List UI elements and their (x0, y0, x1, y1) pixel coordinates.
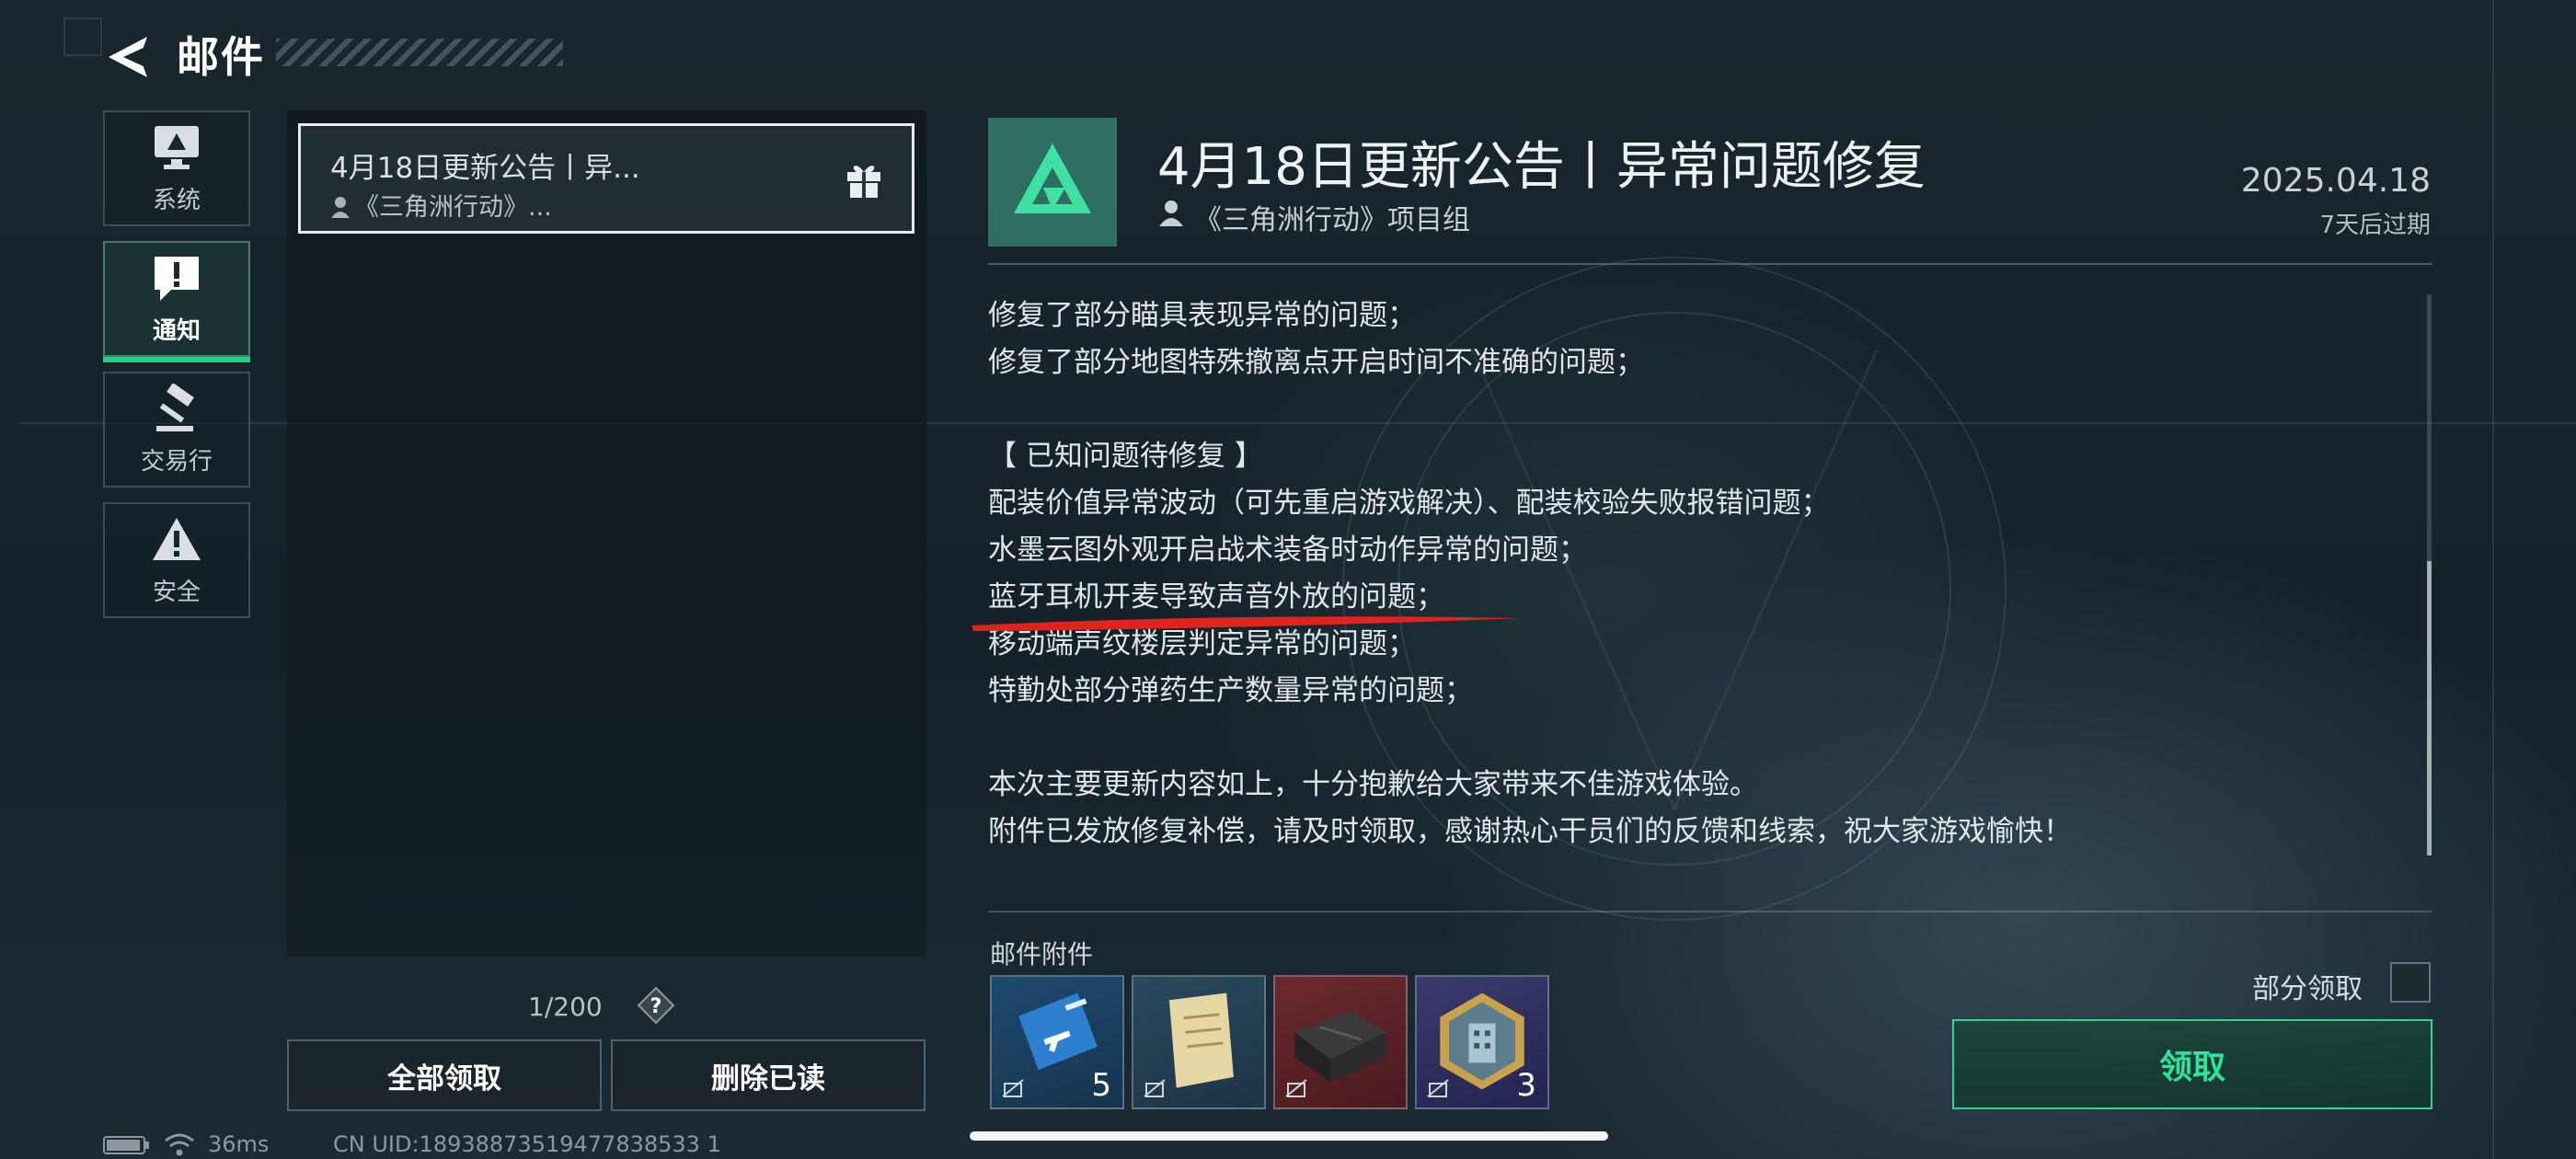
help-icon[interactable]: ? (637, 986, 675, 1025)
attachment-item[interactable] (1273, 975, 1408, 1109)
alert-icon (155, 256, 199, 301)
mail-item-title: 4月18日更新公告丨异... (330, 152, 640, 185)
tab-trading-label: 交易行 (140, 447, 213, 476)
body-line: 水墨云图外观开启战术装备时动作异常的问题； (988, 534, 1587, 567)
attachment-item[interactable] (1132, 975, 1266, 1109)
tab-security[interactable]: 安全 (103, 502, 250, 618)
mail-item-sender: 《三角洲行动》... (330, 187, 552, 223)
tab-trading[interactable]: 交易行 (103, 372, 250, 488)
battery-icon (103, 1136, 149, 1154)
tab-notice-label: 通知 (152, 316, 201, 345)
body-line: 修复了部分地图特殊撤离点开启时间不准确的问题； (988, 346, 1644, 379)
unbound-lock-icon (1427, 1079, 1449, 1097)
body-line: 配装价值异常波动（可先重启游戏解决）、配装校验失败报错问题； (988, 487, 1830, 520)
mail-list (287, 110, 926, 957)
tab-system-label: 系统 (152, 186, 201, 214)
attachment-quantity: 5 (1091, 1067, 1111, 1104)
mail-date: 2025.04.18 (2240, 162, 2431, 200)
delta-logo-icon (1014, 143, 1091, 213)
gift-icon (847, 166, 880, 198)
body-line: 本次主要更新内容如上，十分抱歉给大家带来不佳游戏体验。 (988, 768, 1758, 801)
uid-text: CN UID:18938873519477838533 1 (333, 1131, 721, 1157)
tab-system[interactable]: 系统 (103, 110, 250, 226)
unbound-lock-icon (1144, 1079, 1166, 1097)
body-line: 【 已知问题待修复 】 (988, 440, 1263, 473)
title-decoration (276, 39, 563, 66)
divider (988, 263, 2432, 265)
claim-all-button[interactable]: 全部领取 (287, 1039, 602, 1111)
tab-notice[interactable]: 通知 (103, 241, 250, 362)
mail-expiry: 7天后过期 (2319, 212, 2431, 239)
page-title: 邮件 (177, 32, 265, 82)
home-indicator[interactable] (970, 1131, 1608, 1141)
warning-icon (153, 517, 201, 560)
body-line: 附件已发放修复补偿，请及时领取，感谢热心干员们的反馈和线索，祝大家游戏愉快！ (988, 815, 2072, 848)
body-line: 修复了部分瞄具表现异常的问题； (988, 299, 1416, 332)
sender-logo (988, 118, 1117, 247)
mail-list-item[interactable]: 4月18日更新公告丨异... 《三角洲行动》... (298, 123, 914, 234)
mail-body: 修复了部分瞄具表现异常的问题； 修复了部分地图特殊撤离点开启时间不准确的问题； … (988, 293, 2386, 855)
attachments-label: 邮件附件 (990, 939, 1094, 970)
wifi-icon (165, 1133, 194, 1156)
gavel-icon (156, 383, 194, 431)
monitor-icon (155, 125, 199, 169)
attachment-item[interactable]: 3 (1415, 975, 1549, 1109)
attachment-quantity: 3 (1516, 1067, 1536, 1104)
svg-text:?: ? (650, 995, 662, 1018)
mail-detail-sender: 《三角洲行动》项目组 (1194, 204, 1470, 236)
claim-button[interactable]: 领取 (1952, 1019, 2432, 1109)
partial-claim-label: 部分领取 (2252, 973, 2363, 1005)
red-annotation-underline (972, 616, 1522, 631)
attachment-item[interactable]: 5 (990, 975, 1124, 1109)
mail-item-sender-text: 《三角洲行动》... (354, 193, 552, 222)
person-icon (331, 197, 350, 218)
unbound-lock-icon (1285, 1079, 1307, 1097)
body-line (988, 386, 2386, 433)
tab-security-label: 安全 (152, 578, 201, 606)
person-icon (1159, 201, 1183, 226)
delete-read-button[interactable]: 删除已读 (611, 1039, 926, 1111)
pagination-text: 1/200 (528, 992, 603, 1022)
unbound-lock-icon (1002, 1079, 1024, 1097)
scrollbar-thumb[interactable] (2427, 561, 2432, 855)
partial-claim-checkbox[interactable] (2390, 962, 2431, 1003)
divider (988, 911, 2432, 912)
ping-text: 36ms (208, 1131, 270, 1157)
mail-detail-title: 4月18日更新公告丨异常问题修复 (1157, 137, 1926, 197)
back-arrow-icon[interactable] (103, 31, 155, 83)
body-line (988, 715, 2386, 762)
body-line: 特勤处部分弹药生产数量异常的问题； (988, 674, 1473, 707)
